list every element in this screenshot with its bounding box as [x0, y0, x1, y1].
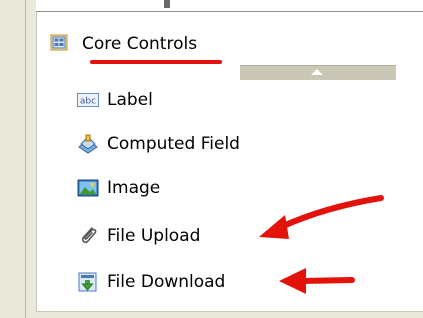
- palette-item-text: File Download: [107, 272, 226, 292]
- palette-item-label[interactable]: abc Label: [77, 85, 377, 115]
- red-arrow-file-upload: [259, 195, 384, 239]
- title-red-underline: [90, 60, 222, 64]
- file-download-icon: [78, 272, 97, 292]
- collapse-caret-icon: [311, 69, 323, 75]
- previous-drawer-edge: [36, 0, 423, 12]
- palette-item-text: Computed Field: [107, 134, 240, 154]
- palette-item-text: File Upload: [107, 226, 201, 246]
- core-controls-drawer-header[interactable]: Core Controls: [44, 30, 396, 80]
- image-icon: [77, 179, 99, 197]
- drawer-collapse-bar[interactable]: [240, 65, 396, 80]
- computed-field-icon: [78, 134, 98, 154]
- red-arrow-file-download: [279, 268, 355, 294]
- drawer-title: Core Controls: [82, 34, 198, 54]
- svg-text:abc: abc: [80, 97, 96, 107]
- palette-item-text: Label: [107, 90, 153, 110]
- left-frame-divider: [25, 0, 26, 318]
- drawer-folder-icon: [50, 34, 68, 51]
- paperclip-icon: [81, 227, 97, 244]
- palette-item-text: Image: [107, 178, 161, 198]
- bottom-frame-border: [36, 311, 423, 318]
- palette-item-computed-field[interactable]: Computed Field: [77, 129, 377, 159]
- left-frame-border: [0, 0, 37, 318]
- label-abc-icon: abc: [77, 93, 99, 107]
- drawer-edge-stub: [164, 0, 170, 8]
